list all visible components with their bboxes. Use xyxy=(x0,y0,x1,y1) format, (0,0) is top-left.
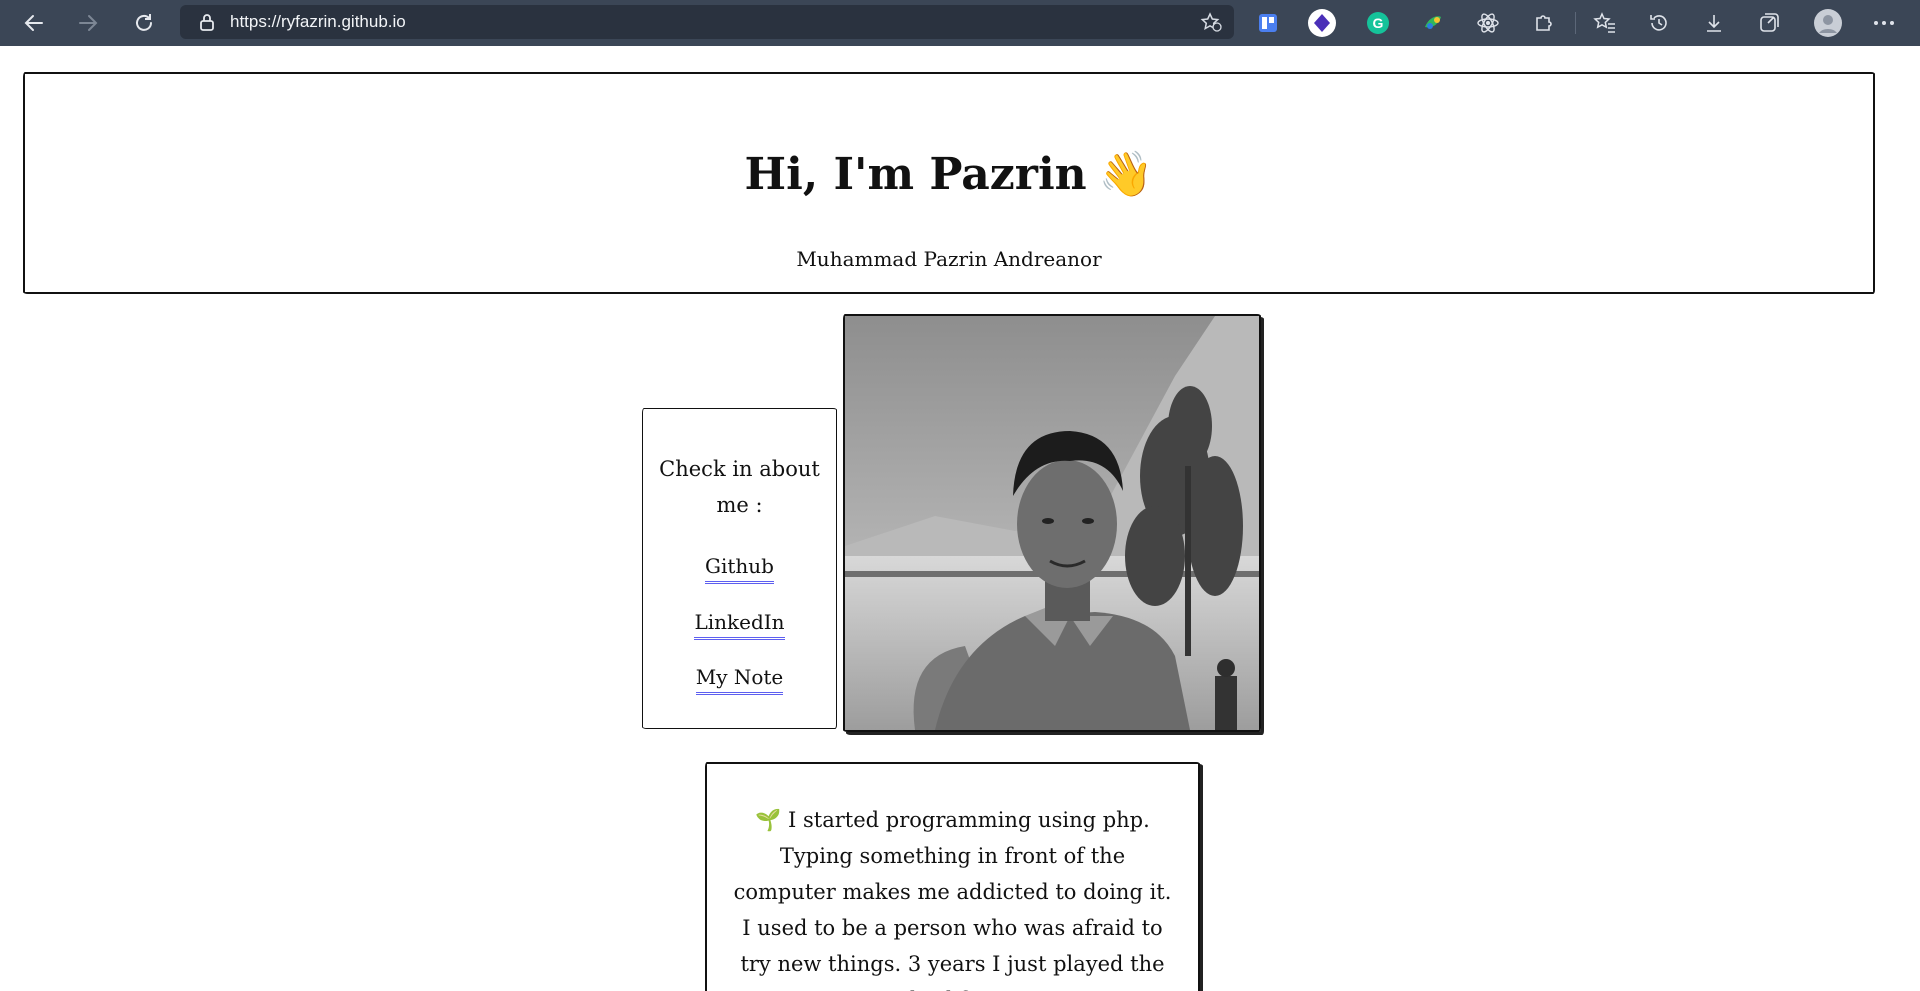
seedling-emoji: 🌱 xyxy=(755,808,782,832)
address-bar[interactable]: https://ryfazrin.github.io xyxy=(180,5,1234,39)
lock-icon[interactable] xyxy=(198,13,216,31)
collections-icon[interactable] xyxy=(1753,7,1785,39)
grammarly-icon[interactable]: G xyxy=(1362,7,1394,39)
linkedin-link[interactable]: LinkedIn xyxy=(643,610,836,640)
download-icon[interactable] xyxy=(1698,7,1730,39)
profile-avatar[interactable] xyxy=(1812,7,1844,39)
profile-photo xyxy=(843,314,1261,732)
url-text[interactable]: https://ryfazrin.github.io xyxy=(230,12,406,32)
toolbar-divider xyxy=(1575,12,1576,34)
wave-emoji: 👋 xyxy=(1098,149,1154,200)
title-text: Hi, I'm Pazrin xyxy=(744,149,1087,200)
blue-extension-icon[interactable] xyxy=(1252,7,1284,39)
links-title: Check in about me : xyxy=(659,457,820,517)
favorites-icon[interactable] xyxy=(1589,7,1621,39)
history-icon[interactable] xyxy=(1643,7,1675,39)
full-name-subtitle: Muhammad Pazrin Andreanor xyxy=(796,247,1102,271)
purple-diamond-icon[interactable] xyxy=(1306,7,1338,39)
browser-toolbar: https://ryfazrin.github.io G xyxy=(0,0,1920,46)
github-link[interactable]: Github xyxy=(643,554,836,584)
forward-arrow-icon[interactable] xyxy=(68,3,108,43)
page-title: Hi, I'm Pazrin 👋 xyxy=(25,148,1873,200)
puzzle-icon[interactable] xyxy=(1528,7,1560,39)
react-icon[interactable] xyxy=(1472,7,1504,39)
profile-photo-image xyxy=(845,316,1259,730)
about-text: 🌱 I started programming using php. Typin… xyxy=(729,802,1176,991)
links-card: Check in about me : Github LinkedIn My N… xyxy=(642,408,837,729)
web-page: Hi, I'm Pazrin 👋 Muhammad Pazrin Andreano… xyxy=(0,46,1920,991)
about-paragraph: I started programming using php. Typing … xyxy=(733,808,1172,991)
my-note-link[interactable]: My Note xyxy=(643,665,836,695)
refresh-icon[interactable] xyxy=(124,3,164,43)
star-add-icon[interactable] xyxy=(1200,12,1222,32)
about-card: 🌱 I started programming using php. Typin… xyxy=(705,762,1200,991)
colorful-extension-icon[interactable] xyxy=(1417,7,1449,39)
back-arrow-icon[interactable] xyxy=(14,3,54,43)
svg-text:G: G xyxy=(1373,15,1384,31)
hero-card: Hi, I'm Pazrin 👋 Muhammad Pazrin Andreano… xyxy=(23,72,1875,294)
more-menu-icon[interactable] xyxy=(1868,7,1900,39)
